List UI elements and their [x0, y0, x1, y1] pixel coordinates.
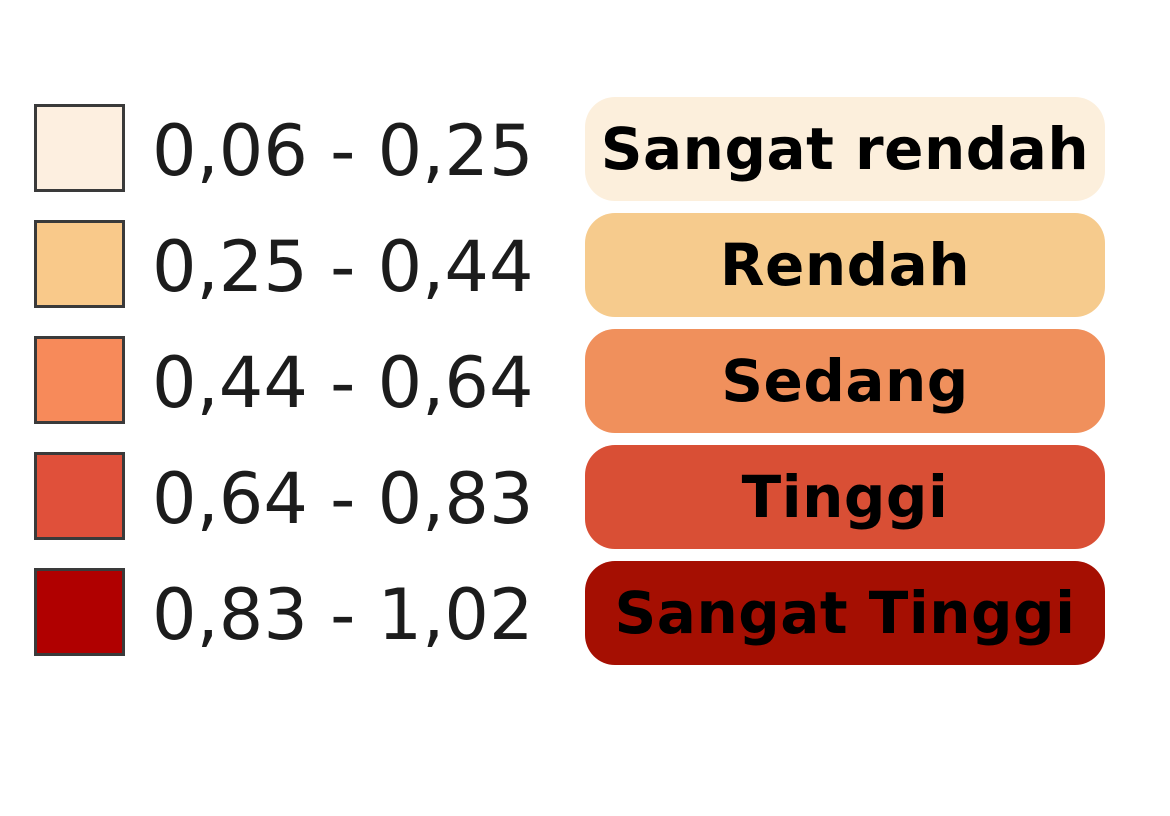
legend-range-label: 0,83 - 1,02: [152, 574, 534, 656]
legend-class-label: Tinggi: [741, 463, 949, 531]
legend-class-label: Sangat Tinggi: [614, 579, 1076, 647]
legend-class-badge: Tinggi: [585, 445, 1105, 549]
legend-row-very-high: 0,83 - 1,02 Sangat Tinggi: [0, 561, 1170, 677]
legend-range-label: 0,64 - 0,83: [152, 458, 534, 540]
legend-swatch: [34, 336, 125, 424]
legend-class-label: Sangat rendah: [600, 115, 1090, 183]
legend-class-label: Rendah: [719, 231, 971, 299]
legend-class-label: Sedang: [721, 347, 969, 415]
legend-swatch: [34, 220, 125, 308]
legend-row-very-low: 0,06 - 0,25 Sangat rendah: [0, 97, 1170, 213]
legend-range-label: 0,06 - 0,25: [152, 110, 534, 192]
legend-class-badge: Rendah: [585, 213, 1105, 317]
legend-row-high: 0,64 - 0,83 Tinggi: [0, 445, 1170, 561]
legend-swatch: [34, 104, 125, 192]
legend-row-medium: 0,44 - 0,64 Sedang: [0, 329, 1170, 445]
map-legend: 0,06 - 0,25 Sangat rendah 0,25 - 0,44 Re…: [0, 0, 1170, 816]
legend-class-badge: Sedang: [585, 329, 1105, 433]
legend-range-label: 0,25 - 0,44: [152, 226, 534, 308]
legend-swatch: [34, 452, 125, 540]
legend-row-low: 0,25 - 0,44 Rendah: [0, 213, 1170, 329]
legend-class-badge: Sangat rendah: [585, 97, 1105, 201]
legend-swatch: [34, 568, 125, 656]
legend-range-label: 0,44 - 0,64: [152, 342, 534, 424]
legend-class-badge: Sangat Tinggi: [585, 561, 1105, 665]
